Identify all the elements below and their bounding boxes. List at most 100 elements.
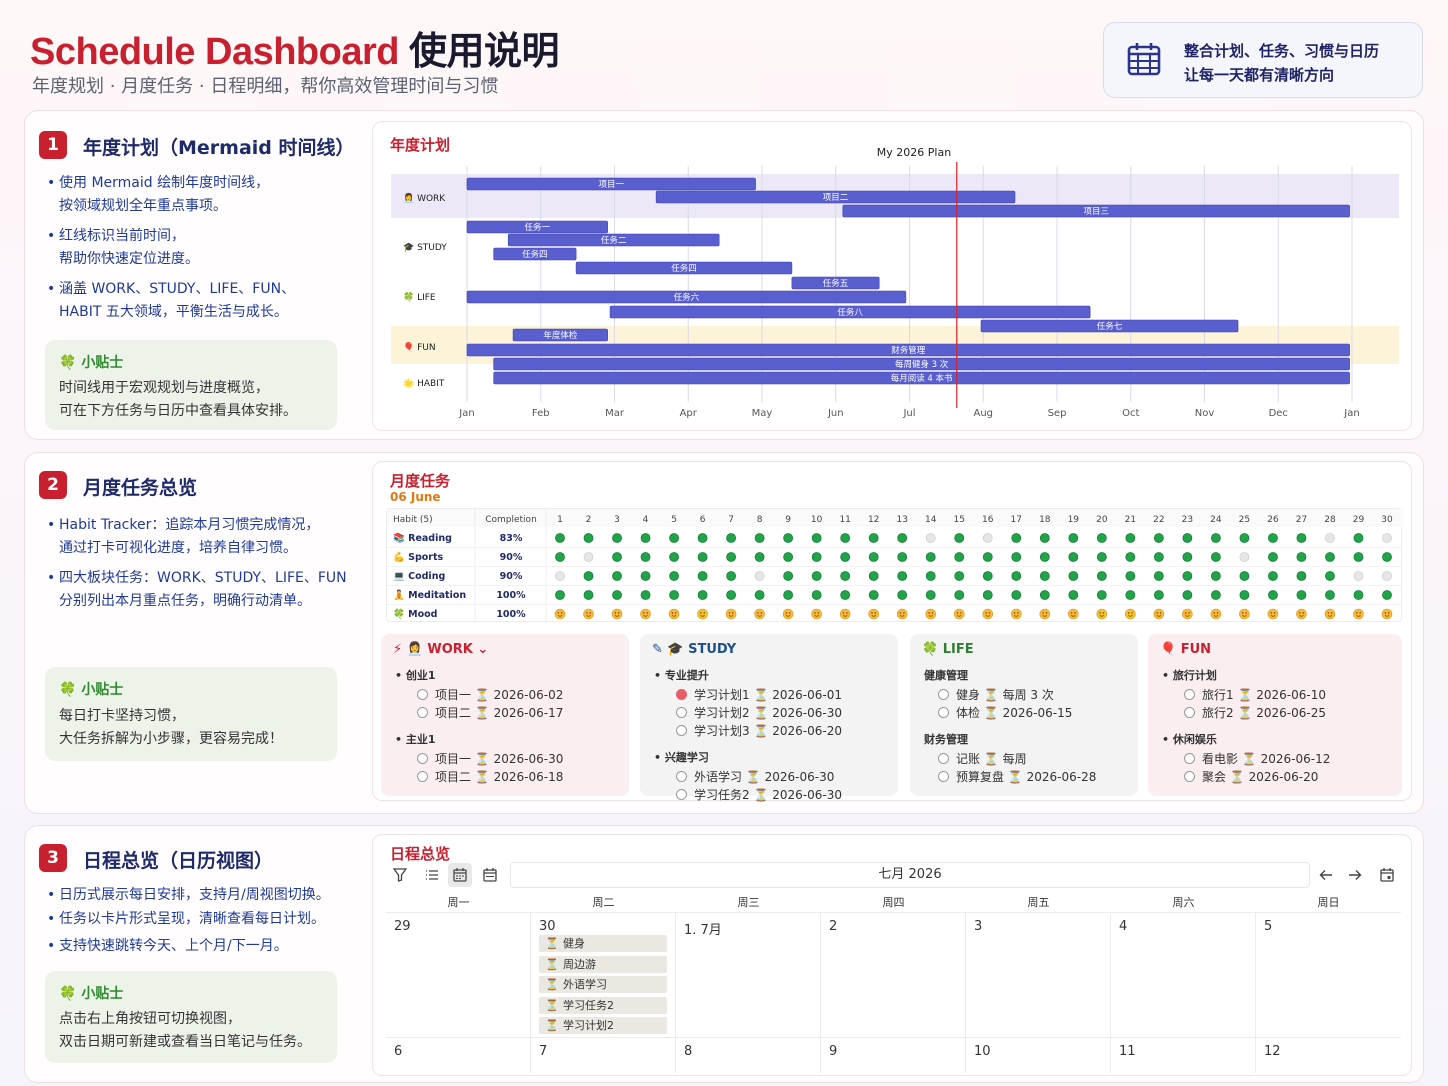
habit-check-done[interactable] (726, 552, 737, 562)
habit-check-done[interactable] (726, 533, 737, 543)
habit-check-done[interactable] (954, 590, 965, 600)
calendar-event[interactable]: ⏳ 学习计划2 (539, 1017, 667, 1034)
habit-check-done[interactable] (555, 552, 565, 562)
calendar-event[interactable]: ⏳ 周边游 (539, 955, 667, 973)
habit-check-done[interactable] (840, 571, 851, 581)
habit-check-done[interactable] (811, 533, 822, 543)
task-checkbox[interactable] (938, 753, 949, 764)
calendar-day-cell[interactable]: 29 (386, 912, 531, 1037)
habit-check-done[interactable] (925, 552, 936, 562)
habit-check-done[interactable] (583, 571, 594, 581)
calendar-event[interactable]: ⏳ 学习任务2 (539, 996, 667, 1014)
task-checkbox[interactable] (417, 689, 428, 700)
calendar-day-cell[interactable]: 5 (1256, 912, 1401, 1037)
habit-check-done[interactable] (612, 571, 622, 581)
mood-face[interactable] (953, 608, 965, 620)
habit-check-done[interactable] (1182, 552, 1193, 562)
habit-check-done[interactable] (555, 533, 565, 543)
habit-check-done[interactable] (1268, 590, 1278, 600)
mood-face[interactable] (1010, 608, 1022, 620)
task-item[interactable]: 聚会 ⏳ 2026-06-20 (1184, 768, 1318, 785)
habit-check-done[interactable] (811, 552, 822, 562)
habit-check-done[interactable] (669, 590, 679, 600)
task-checkbox[interactable] (417, 707, 428, 718)
calendar-day-cell[interactable]: 30 ⏳ 健身 ⏳ 周边游 ⏳ 外语学习 ⏳ 学习任务2 ⏳ 学习计划2 (531, 912, 676, 1037)
task-card-title[interactable]: 🍀 LIFE (922, 642, 974, 657)
calendar-day-cell[interactable]: 11 (1111, 1037, 1256, 1073)
habit-check-done[interactable] (1268, 552, 1278, 562)
habit-check-done[interactable] (1296, 571, 1307, 581)
habit-check-done[interactable] (897, 552, 908, 562)
habit-check-done[interactable] (1353, 533, 1364, 543)
habit-check-done[interactable] (583, 590, 594, 600)
mood-face[interactable] (583, 608, 594, 620)
mood-face[interactable] (1210, 608, 1222, 620)
mood-face[interactable] (1068, 608, 1079, 620)
task-card-title[interactable]: ⚡ 👩‍💼 WORK ⌄ (393, 642, 488, 657)
task-checkbox[interactable] (676, 771, 687, 782)
filter-button[interactable] (388, 863, 412, 887)
calendar-day-cell[interactable]: 8 (676, 1037, 821, 1073)
habit-check-done[interactable] (1182, 590, 1193, 600)
mood-face[interactable] (554, 608, 566, 620)
habit-check-done[interactable] (897, 533, 908, 543)
habit-check-done[interactable] (1210, 590, 1221, 600)
habit-check-done[interactable] (640, 552, 651, 562)
habit-check-done[interactable] (1153, 533, 1164, 543)
habit-check-done[interactable] (555, 590, 565, 600)
habit-check-done[interactable] (754, 590, 765, 600)
habit-check-done[interactable] (726, 590, 737, 600)
list-view-button[interactable] (420, 863, 444, 887)
habit-check-done[interactable] (783, 552, 794, 562)
habit-check-done[interactable] (840, 533, 851, 543)
habit-check-done[interactable] (1353, 590, 1364, 600)
habit-check-done[interactable] (982, 590, 993, 600)
task-card-title[interactable]: ✎ 🎓 STUDY (652, 642, 736, 657)
habit-check-done[interactable] (1210, 571, 1221, 581)
habit-check-done[interactable] (1296, 533, 1307, 543)
mood-face[interactable] (1267, 608, 1279, 620)
habit-check-empty[interactable] (1353, 571, 1364, 581)
habit-check-done[interactable] (697, 571, 708, 581)
task-item[interactable]: 旅行1 ⏳ 2026-06-10 (1184, 686, 1326, 703)
habit-check-done[interactable] (1039, 571, 1050, 581)
habit-check-done[interactable] (1039, 590, 1050, 600)
habit-check-done[interactable] (1353, 552, 1364, 562)
habit-check-done[interactable] (1296, 590, 1307, 600)
habit-check-done[interactable] (954, 533, 965, 543)
habit-check-empty[interactable] (1239, 552, 1250, 562)
habit-check-done[interactable] (1068, 590, 1079, 600)
habit-check-done[interactable] (1153, 590, 1164, 600)
habit-check-done[interactable] (1011, 533, 1022, 543)
task-item[interactable]: 学习计划1 ⏳ 2026-06-01 (676, 686, 842, 703)
habit-check-empty[interactable] (1382, 533, 1392, 543)
task-checkbox[interactable] (1184, 753, 1195, 764)
task-item[interactable]: 学习任务2 ⏳ 2026-06-30 (676, 786, 842, 803)
habit-check-done[interactable] (640, 533, 651, 543)
mood-face[interactable] (1039, 608, 1051, 620)
habit-check-done[interactable] (1068, 533, 1079, 543)
habit-check-done[interactable] (1182, 533, 1193, 543)
habit-check-done[interactable] (697, 552, 708, 562)
task-checkbox[interactable] (1184, 689, 1195, 700)
mood-face[interactable] (1096, 608, 1108, 620)
calendar-event[interactable]: ⏳ 外语学习 (539, 976, 667, 993)
habit-check-done[interactable] (612, 552, 622, 562)
habit-check-done[interactable] (897, 590, 908, 600)
habit-check-done[interactable] (925, 571, 936, 581)
habit-check-done[interactable] (726, 571, 737, 581)
habit-check-done[interactable] (754, 552, 765, 562)
habit-check-done[interactable] (783, 533, 794, 543)
habit-check-done[interactable] (612, 533, 622, 543)
habit-check-done[interactable] (1296, 552, 1307, 562)
next-month-button[interactable] (1343, 863, 1367, 887)
habit-check-done[interactable] (1096, 533, 1107, 543)
habit-check-done[interactable] (583, 533, 594, 543)
calendar-day-cell[interactable]: 3 (966, 912, 1111, 1037)
habit-check-done[interactable] (1325, 571, 1335, 581)
habit-check-empty[interactable] (754, 571, 765, 581)
week-view-button[interactable] (478, 863, 502, 887)
task-item[interactable]: 外语学习 ⏳ 2026-06-30 (676, 768, 834, 785)
mood-face[interactable] (868, 608, 879, 620)
habit-check-done[interactable] (982, 571, 993, 581)
